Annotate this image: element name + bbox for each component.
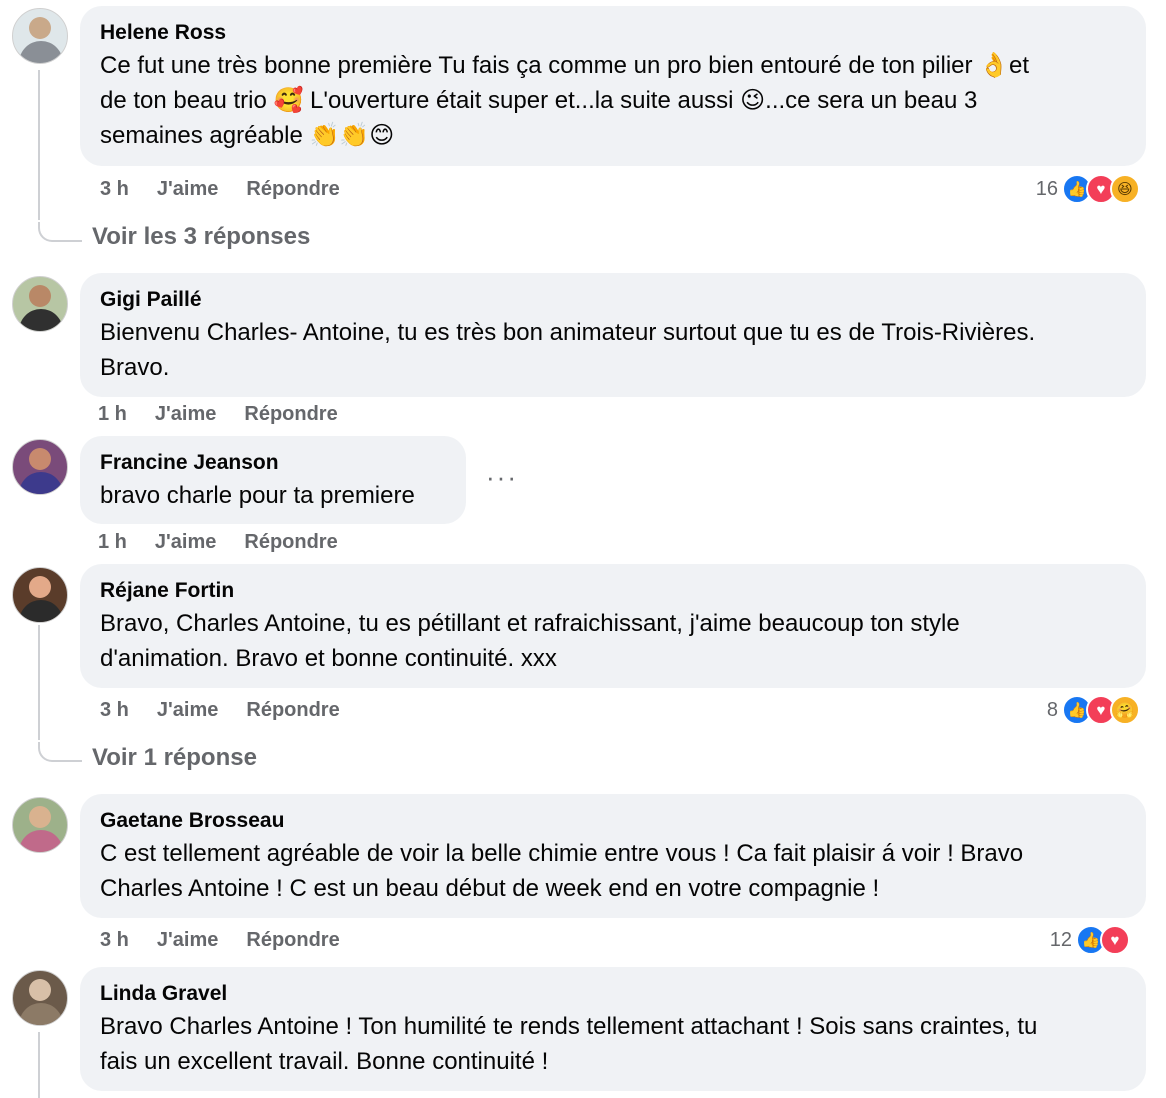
reactions-summary[interactable]: 12 👍 ♥ [1050,925,1130,955]
like-button[interactable]: J'aime [157,928,218,952]
reactions-summary[interactable]: 16 👍 ♥ 😆 [1036,174,1140,204]
comment-bubble: Linda Gravel Bravo Charles Antoine ! Ton… [80,967,1146,1091]
comment-text: Bienvenu Charles- Antoine, tu es très bo… [100,319,1036,381]
reply-button[interactable]: Répondre [246,177,339,201]
reply-button[interactable]: Répondre [244,530,337,554]
comment-actions: 3 h J'aime Répondre [100,928,340,952]
comment-time[interactable]: 3 h [100,177,129,201]
comment-text: C est tellement agréable de voir la bell… [100,840,1024,902]
thread-line [38,70,40,220]
avatar[interactable] [12,8,68,64]
love-reaction-icon: ♥ [1100,925,1130,955]
reaction-count: 8 [1046,698,1058,721]
comment-author[interactable]: Linda Gravel [100,981,1126,1007]
comment-actions: 3 h J'aime Répondre [100,177,340,201]
comment-author[interactable]: Helene Ross [100,20,1126,46]
thread-line [38,1032,40,1098]
avatar[interactable] [12,567,68,623]
avatar[interactable] [12,797,68,853]
avatar[interactable] [12,970,68,1026]
comment-time[interactable]: 3 h [100,928,129,952]
avatar[interactable] [12,439,68,495]
like-button[interactable]: J'aime [155,402,216,426]
comment-bubble: Gigi Paillé Bienvenu Charles- Antoine, t… [80,273,1146,397]
comment-bubble: Gaetane Brosseau C est tellement agréabl… [80,794,1146,918]
like-button[interactable]: J'aime [155,530,216,554]
comment-bubble: Francine Jeanson bravo charle pour ta pr… [80,436,466,524]
like-button[interactable]: J'aime [157,698,218,722]
haha-reaction-icon: 😆 [1110,174,1140,204]
reply-button[interactable]: Répondre [246,698,339,722]
comment-author[interactable]: Francine Jeanson [100,450,446,476]
comment-actions: 1 h J'aime Répondre [98,530,338,554]
comment-bubble: Helene Ross Ce fut une très bonne premiè… [80,6,1146,166]
reaction-count: 12 [1049,928,1072,951]
comment-text: bravo charle pour ta premiere [100,482,415,509]
reply-button[interactable]: Répondre [244,402,337,426]
comment-text: Bravo Charles Antoine ! Ton humilité te … [100,1013,1038,1075]
thread-curve [38,742,82,762]
thread-line [38,625,40,740]
comment-actions: 1 h J'aime Répondre [98,402,338,426]
comment-text: Ce fut une très bonne première Tu fais ç… [100,52,1030,149]
view-replies-link[interactable]: Voir les 3 réponses [92,223,310,251]
avatar[interactable] [12,276,68,332]
comment-time[interactable]: 1 h [98,530,127,554]
reactions-summary[interactable]: 8 👍 ♥ 🤗 [1047,695,1140,725]
comment-actions: 3 h J'aime Répondre [100,698,340,722]
comment-author[interactable]: Gigi Paillé [100,287,1126,313]
more-options-icon[interactable]: ··· [486,462,518,493]
reply-button[interactable]: Répondre [246,928,339,952]
comment-author[interactable]: Réjane Fortin [100,578,1126,604]
reaction-count: 16 [1035,177,1058,200]
view-replies-link[interactable]: Voir 1 réponse [92,744,257,772]
comment-time[interactable]: 1 h [98,402,127,426]
comment-author[interactable]: Gaetane Brosseau [100,808,1126,834]
like-button[interactable]: J'aime [157,177,218,201]
thread-curve [38,222,82,242]
care-reaction-icon: 🤗 [1110,695,1140,725]
comment-bubble: Réjane Fortin Bravo, Charles Antoine, tu… [80,564,1146,688]
comment-text: Bravo, Charles Antoine, tu es pétillant … [100,610,960,672]
comment-time[interactable]: 3 h [100,698,129,722]
